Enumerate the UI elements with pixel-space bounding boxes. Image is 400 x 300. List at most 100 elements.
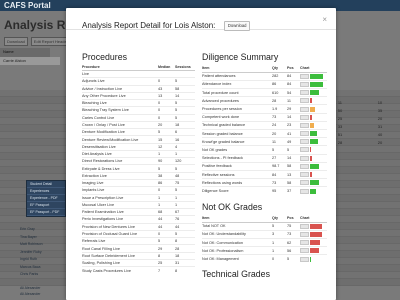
close-icon[interactable]: ×: [322, 15, 327, 24]
item-label: Patient attendances: [202, 71, 272, 81]
percentile-bar: [310, 256, 311, 262]
procedure-name: Live: [82, 69, 158, 78]
table-row: Total procedure count 610 54: [202, 88, 327, 97]
procedure-name: Imaging Live: [82, 178, 158, 187]
menu-item-ef-passport[interactable]: EF Passport: [27, 202, 65, 209]
chart-cell: [300, 112, 327, 122]
view-chart-icon[interactable]: [300, 98, 309, 104]
procedure-name: Extirpate & Dress Live: [82, 164, 158, 173]
column-header-chart: Chart: [300, 64, 327, 73]
student-name[interactable]: Tina Bayer: [20, 234, 60, 242]
background-toolbar: Download Edit Report Headers: [4, 37, 74, 46]
sessions-value: 67: [175, 208, 195, 216]
sessions-value: 75: [175, 178, 195, 187]
view-chart-icon[interactable]: [300, 172, 309, 178]
sessions-value: 5: [175, 229, 195, 238]
sessions-value: 48: [175, 171, 195, 180]
analysis-report-modal: Analysis Report Detail for Lois Alston: …: [66, 8, 336, 300]
table-row: Selections - PI feedback 27 14: [202, 153, 327, 163]
menu-item-experiences[interactable]: Experiences: [27, 188, 65, 195]
table-row: Referrals Live 5 8: [82, 237, 195, 245]
median-value: 8: [158, 251, 175, 260]
view-chart-icon[interactable]: [300, 106, 309, 112]
view-chart-icon[interactable]: [300, 248, 309, 254]
menu-item-student-detail[interactable]: Student Detail: [27, 181, 65, 188]
chart-cell: [300, 153, 327, 163]
pos-value: 5: [287, 145, 300, 155]
view-chart-icon[interactable]: [300, 163, 309, 169]
sessions-value: 5: [175, 99, 195, 107]
view-chart-icon[interactable]: [300, 73, 309, 79]
menu-item-ef-passport-pdf[interactable]: EF Passport - PDF: [27, 209, 65, 216]
median-value: 43: [158, 84, 175, 93]
percentile-bar: [310, 155, 313, 161]
view-chart-icon[interactable]: [300, 81, 309, 87]
median-value: 13: [158, 91, 175, 100]
view-chart-icon[interactable]: [300, 155, 309, 161]
table-cell: 40: [377, 132, 383, 137]
percentile-bar: [310, 240, 320, 246]
procedure-name: Mucosal Ulcer Live: [82, 200, 158, 209]
view-chart-icon[interactable]: [300, 147, 309, 153]
procedure-name: Diet Analysis Live: [82, 149, 158, 158]
table-row: Provision of Occlusal Guard Live 0 5: [82, 229, 195, 238]
item-label: Positive feedback: [202, 161, 272, 171]
view-chart-icon[interactable]: [300, 131, 309, 137]
view-chart-icon[interactable]: [300, 139, 309, 145]
view-chart-icon[interactable]: [300, 114, 309, 120]
student-name[interactable]: Ali Alexander: [20, 292, 60, 298]
percentile-bar: [310, 90, 319, 96]
table-row: Adjuncts Live 0 5: [82, 77, 195, 86]
brand-name[interactable]: CAFS Portal: [4, 1, 51, 10]
download-button[interactable]: Download: [223, 20, 251, 31]
view-chart-icon[interactable]: [300, 240, 309, 246]
percentile-bar: [310, 147, 311, 153]
pos-value: 58: [287, 161, 300, 171]
background-download-button[interactable]: Download: [4, 37, 28, 46]
student-name[interactable]: Erin Gray: [20, 226, 60, 234]
pos-value: 84: [287, 79, 300, 89]
student-name-list: Erin Gray Tina Bayer Matt Robinson Jenni…: [20, 226, 60, 279]
table-cell: 50: [337, 108, 343, 113]
qty-value: 24: [272, 120, 287, 130]
table-header-row: Item Qty Pos Chart: [202, 64, 327, 73]
percentile-bar: [310, 106, 315, 112]
qty-value: 86: [272, 79, 287, 89]
median-value: 7: [158, 266, 175, 274]
view-chart-icon[interactable]: [300, 231, 309, 237]
view-chart-icon[interactable]: [300, 122, 309, 128]
sessions-value: 14: [175, 91, 195, 100]
student-name[interactable]: Matt Robinson: [20, 241, 60, 249]
sessions-value: 16: [175, 135, 195, 144]
student-name[interactable]: Marcus Baca: [20, 264, 60, 272]
diligence-heading: Diligence Summary: [202, 52, 279, 62]
table-row: Root Surface Debridement Live 8 18: [82, 251, 195, 260]
student-name[interactable]: Ingrid Ruth: [20, 256, 60, 264]
percentile-bar: [310, 73, 324, 79]
table-row: Not OK grades 5 5: [202, 145, 327, 155]
menu-item-experience-pdf[interactable]: Experience - PDF: [27, 195, 65, 202]
table-row: Not OK: Management 0 5: [202, 254, 327, 264]
percentile-bar: [310, 122, 314, 128]
chart-cell: [300, 137, 327, 146]
procedure-name: Desensitisation Live: [82, 142, 158, 151]
procedure-name: Direct Restorations Live: [82, 157, 158, 165]
view-chart-icon[interactable]: [300, 223, 309, 229]
view-chart-icon[interactable]: [300, 90, 309, 96]
percentile-bar: [310, 98, 312, 104]
procedure-name: Extraction Live: [82, 171, 158, 180]
median-value: 0: [158, 229, 175, 238]
student-name[interactable]: Chris Parks: [20, 271, 60, 279]
student-name[interactable]: Jennifer Ruby: [20, 249, 60, 257]
median-value: 5: [158, 237, 175, 245]
student-name-cell[interactable]: Carrie Alston: [0, 57, 60, 65]
view-chart-icon[interactable]: [300, 188, 309, 194]
qty-value: 0: [272, 254, 287, 264]
view-chart-icon[interactable]: [300, 256, 309, 262]
sessions-value: 8: [175, 266, 195, 274]
median-value: [158, 69, 175, 78]
view-chart-icon[interactable]: [300, 180, 309, 186]
table-row: Provision of New Dentures Live 44 44: [82, 222, 195, 231]
table-row: Scaling, Polishing Live 25 31: [82, 258, 195, 267]
procedures-table: Procedure Median Sessions Live Adjuncts L…: [82, 64, 195, 274]
